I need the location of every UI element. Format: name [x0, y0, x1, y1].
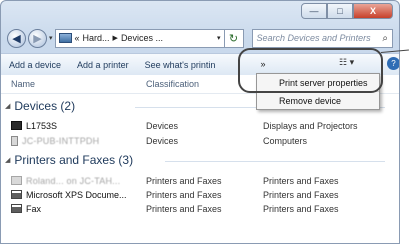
fax-icon — [11, 204, 22, 213]
highlight-callout — [238, 48, 383, 93]
item-classification: Printers and Faxes — [146, 175, 222, 186]
address-prefix[interactable]: « — [75, 33, 80, 43]
list-item[interactable]: JC-PUB-INTTPDH Devices Computers — [1, 134, 399, 147]
printer-icon — [11, 190, 22, 199]
page-margin — [400, 0, 409, 244]
address-dropdown-icon[interactable]: ▾ — [217, 34, 221, 42]
add-printer-button[interactable]: Add a printer — [69, 60, 137, 70]
group-divider — [165, 161, 385, 162]
breadcrumb-devices[interactable]: Devices ... — [121, 33, 163, 43]
item-category: Printers and Faxes — [263, 175, 339, 186]
back-button[interactable]: ◀ — [7, 28, 26, 48]
control-panel-icon — [58, 33, 72, 43]
printer-icon — [11, 176, 22, 185]
search-placeholder: Search Devices and Printers — [256, 33, 371, 43]
item-name: JC-PUB-INTTPDH — [22, 135, 100, 146]
see-whats-printing-button[interactable]: See what's printin — [137, 60, 224, 70]
add-device-button[interactable]: Add a device — [1, 60, 69, 70]
item-name: Fax — [26, 203, 42, 214]
collapse-arrow-icon[interactable]: ◢ — [5, 102, 10, 110]
collapse-arrow-icon[interactable]: ◢ — [5, 156, 10, 164]
search-input[interactable]: Search Devices and Printers ⌕ — [251, 28, 393, 48]
recent-pages-dropdown[interactable]: ▾ — [49, 34, 53, 42]
menu-item-remove-device[interactable]: Remove device — [257, 91, 379, 109]
forward-arrow-icon: ▶ — [33, 32, 42, 45]
back-arrow-icon: ◀ — [12, 32, 21, 45]
explorer-window: — □ X ◀ ▶ ▾ « Hard... ▶ Devices ... ▾ ↻ … — [0, 0, 400, 244]
item-category: Printers and Faxes — [263, 189, 339, 200]
caption-buttons: — □ X — [301, 3, 393, 19]
column-classification[interactable]: Classification — [146, 79, 199, 89]
item-classification: Printers and Faxes — [146, 189, 222, 200]
refresh-button[interactable]: ↻ — [224, 28, 244, 48]
item-classification: Devices — [146, 120, 179, 131]
group-label: Printers and Faxes (3) — [14, 153, 134, 167]
address-bar[interactable]: « Hard... ▶ Devices ... ▾ — [54, 28, 225, 48]
maximize-button[interactable]: □ — [327, 3, 353, 19]
monitor-icon — [11, 121, 22, 130]
item-name: Roland... on JC-TAH... — [26, 175, 121, 186]
item-classification: Devices — [146, 135, 179, 146]
list-item[interactable]: L1753S Devices Displays and Projectors — [1, 119, 399, 132]
navigation-bar: ◀ ▶ ▾ « Hard... ▶ Devices ... ▾ ↻ Search… — [7, 27, 393, 49]
computer-icon — [11, 135, 18, 146]
item-category: Computers — [263, 135, 308, 146]
search-icon[interactable]: ⌕ — [382, 33, 388, 44]
item-name: Microsoft XPS Docume... — [26, 189, 127, 200]
column-name[interactable]: Name — [11, 79, 35, 89]
help-icon[interactable]: ? — [387, 57, 399, 70]
group-devices[interactable]: ◢ Devices (2) — [5, 99, 385, 113]
list-item[interactable]: Microsoft XPS Docume... Printers and Fax… — [1, 188, 399, 201]
group-printers[interactable]: ◢ Printers and Faxes (3) — [5, 153, 385, 167]
minimize-button[interactable]: — — [301, 3, 327, 19]
breadcrumb-hardware[interactable]: Hard... — [83, 33, 110, 43]
refresh-icon: ↻ — [228, 32, 239, 45]
list-item[interactable]: Fax Printers and Faxes Printers and Faxe… — [1, 202, 399, 215]
item-name: L1753S — [26, 120, 58, 131]
item-classification: Printers and Faxes — [146, 203, 222, 214]
forward-button[interactable]: ▶ — [28, 28, 47, 48]
close-button[interactable]: X — [353, 3, 393, 19]
list-item[interactable]: Roland... on JC-TAH... Printers and Faxe… — [1, 174, 399, 187]
group-label: Devices (2) — [14, 99, 76, 113]
breadcrumb-separator-icon[interactable]: ▶ — [113, 34, 118, 42]
item-category: Printers and Faxes — [263, 203, 339, 214]
item-category: Displays and Projectors — [263, 120, 358, 131]
